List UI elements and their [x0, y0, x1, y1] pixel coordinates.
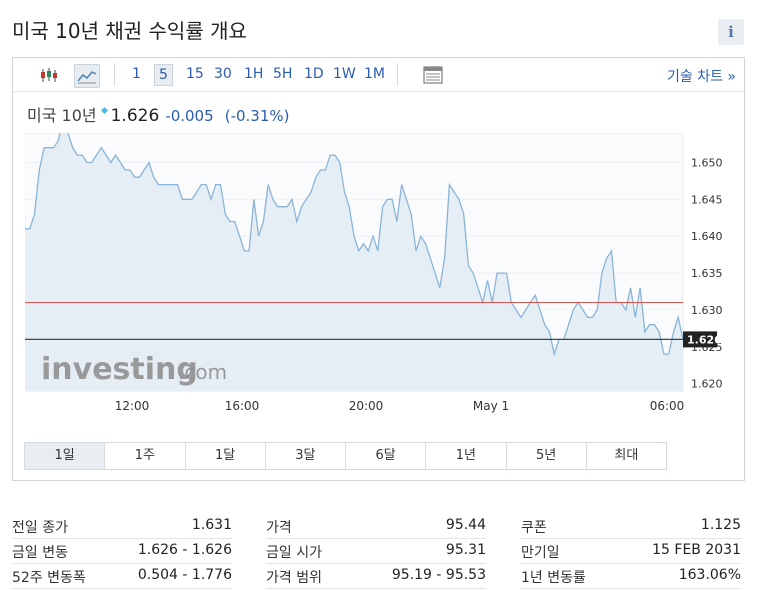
stat-row: 52주 변동폭 0.504 - 1.776: [12, 564, 232, 589]
price-change-percent: (-0.31%): [224, 107, 290, 125]
range-tab-7[interactable]: 5년: [507, 443, 587, 469]
stat-label: 쿠폰: [521, 520, 547, 536]
stat-label: 전일 종가: [12, 520, 68, 536]
stat-row: 쿠폰 1.125: [521, 514, 741, 539]
timeframe-1m[interactable]: 1M: [364, 66, 385, 82]
y-tick-label: 1.645: [691, 193, 723, 206]
stat-value: 95.31: [445, 542, 486, 558]
stat-row: 금일 시가 95.31: [266, 539, 486, 564]
range-tab-2[interactable]: 1주: [105, 443, 186, 469]
stat-label: 금일 변동: [12, 545, 68, 561]
y-tick-label: 1.640: [691, 230, 723, 243]
watermark-logo: investing: [41, 352, 198, 387]
stat-row: 만기일 15 FEB 2031: [521, 539, 741, 564]
quote-summary: 미국 10년 1.626 -0.005 (-0.31%): [27, 102, 290, 126]
stats-column-2: 가격 95.44 금일 시가 95.31 가격 범위 95.19 - 95.53: [266, 514, 486, 589]
chart-toolbar: 1 5 15 30 1H 5H 1D 1W 1M 기술 차트 »: [13, 58, 744, 92]
stat-value: 95.44: [445, 517, 486, 533]
timeframe-15[interactable]: 15: [186, 66, 204, 82]
x-tick-label: 20:00: [349, 399, 384, 413]
stat-value: 1.125: [700, 517, 741, 533]
y-tick-label: 1.635: [691, 267, 723, 280]
toolbar-separator: [397, 63, 398, 86]
price-chart[interactable]: 1.6501.6451.6401.6351.6301.6251.620inves…: [25, 133, 725, 418]
instrument-name: 미국 10년: [27, 106, 97, 125]
last-price-label: 1.626: [687, 333, 722, 346]
stat-label: 만기일: [521, 545, 560, 561]
stat-value: 163.06%: [678, 567, 741, 583]
stats-column-1: 전일 종가 1.631 금일 변동 1.626 - 1.626 52주 변동폭 0.504…: [12, 514, 232, 589]
stat-row: 가격 95.44: [266, 514, 486, 539]
watermark-logo-suffix: .com: [178, 360, 227, 384]
last-price: 1.626: [110, 106, 160, 126]
info-icon[interactable]: i: [718, 19, 744, 45]
stat-label: 52주 변동폭: [12, 570, 86, 586]
timeframe-1d[interactable]: 1D: [304, 66, 324, 82]
stat-label: 1년 변동률: [521, 570, 586, 586]
x-tick-label: 12:00: [115, 399, 150, 413]
timeframe-30[interactable]: 30: [214, 66, 232, 82]
chart-panel: 1 5 15 30 1H 5H 1D 1W 1M 기술 차트 » 미국 10년 1.626 -0.0…: [12, 57, 745, 481]
x-tick-label: May 1: [473, 399, 509, 413]
stat-row: 전일 종가 1.631: [12, 514, 232, 539]
area-chart-icon[interactable]: [74, 64, 100, 88]
timeframe-1w[interactable]: 1W: [333, 66, 356, 82]
stat-label: 가격: [266, 520, 292, 536]
stat-value: 1.626 - 1.626: [137, 542, 232, 558]
range-tab-8[interactable]: 최대: [587, 443, 666, 469]
stat-label: 가격 범위: [266, 570, 322, 586]
stat-label: 금일 시가: [266, 545, 322, 561]
range-tab-5[interactable]: 6달: [346, 443, 427, 469]
stats-column-3: 쿠폰 1.125 만기일 15 FEB 2031 1년 변동률 163.06%: [521, 514, 741, 589]
page-title: 미국 10년 채권 수익률 개요: [12, 19, 247, 43]
range-tab-4[interactable]: 3달: [266, 443, 346, 469]
stat-value: 15 FEB 2031: [652, 542, 741, 558]
range-selector: 1일 1주 1달 3달 6달 1년 5년 최대: [24, 442, 667, 470]
timeframe-1h[interactable]: 1H: [244, 66, 263, 82]
stat-value: 95.19 - 95.53: [391, 567, 486, 583]
technical-chart-link[interactable]: 기술 차트 »: [667, 66, 736, 86]
x-tick-label: 06:00: [650, 399, 685, 413]
stat-value: 0.504 - 1.776: [137, 567, 232, 583]
y-tick-label: 1.620: [691, 378, 723, 391]
stat-value: 1.631: [191, 517, 232, 533]
stat-row: 가격 범위 95.19 - 95.53: [266, 564, 486, 589]
range-tab-1[interactable]: 1일: [25, 443, 106, 469]
timeframe-1[interactable]: 1: [132, 66, 141, 82]
price-change: -0.005: [165, 107, 214, 125]
range-tab-3[interactable]: 1달: [186, 443, 266, 469]
candlestick-icon[interactable]: [37, 64, 61, 86]
table-icon[interactable]: [421, 64, 445, 86]
timeframe-5[interactable]: 5: [154, 64, 173, 86]
timeframe-5h[interactable]: 5H: [273, 66, 292, 82]
stat-row: 1년 변동률 163.06%: [521, 564, 741, 589]
range-tab-6[interactable]: 1년: [426, 443, 507, 469]
live-indicator-icon: [100, 106, 108, 115]
toolbar-separator: [114, 63, 115, 86]
x-tick-label: 16:00: [225, 399, 260, 413]
y-tick-label: 1.650: [691, 156, 723, 169]
stat-row: 금일 변동 1.626 - 1.626: [12, 539, 232, 564]
y-tick-label: 1.630: [691, 304, 723, 317]
